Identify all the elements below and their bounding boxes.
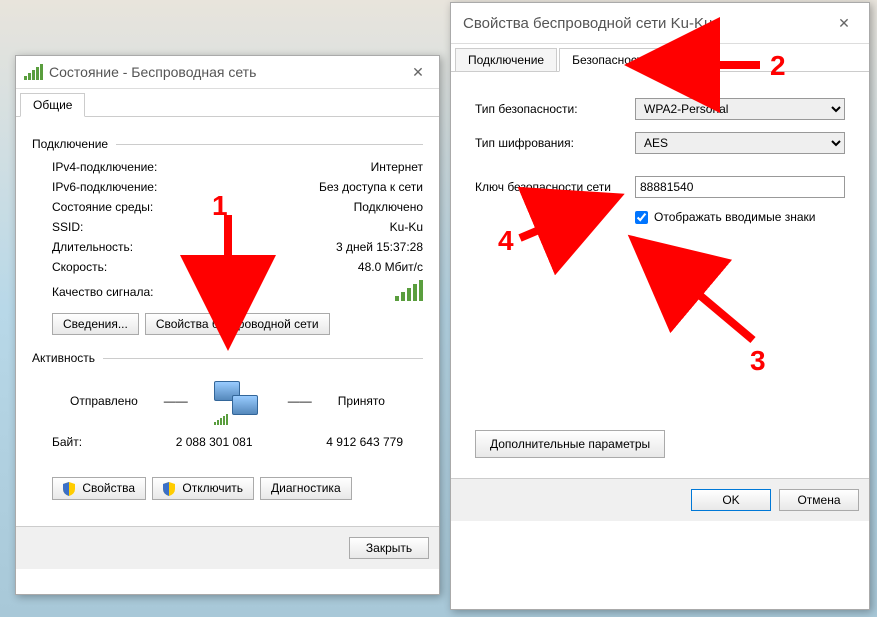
ok-button[interactable]: OK (691, 489, 771, 511)
security-type-select[interactable]: WPA2-Personal (635, 98, 845, 120)
shield-icon (163, 482, 175, 496)
bytes-sent-value: 2 088 301 081 (132, 435, 283, 449)
properties-window-title: Свойства беспроводной сети Ku-Ku (463, 15, 831, 32)
signal-quality-label: Качество сигнала: (52, 285, 395, 299)
status-window: Состояние - Беспроводная сеть ✕ Общие По… (15, 55, 440, 595)
details-button[interactable]: Сведения... (52, 313, 139, 335)
annotation-2: 2 (770, 50, 786, 82)
tab-security[interactable]: Безопасность (559, 48, 662, 72)
security-type-label: Тип безопасности: (475, 102, 635, 116)
signal-icon (24, 64, 43, 80)
close-icon[interactable]: ✕ (405, 62, 431, 82)
network-key-label: Ключ безопасности сети (475, 180, 635, 194)
media-state-value: Подключено (354, 200, 423, 214)
close-button[interactable]: Закрыть (349, 537, 429, 559)
ssid-value: Ku-Ku (390, 220, 423, 234)
connection-fieldset: Подключение IPv4-подключение:Интернет IP… (32, 137, 423, 341)
properties-bottom-bar: OK Отмена (451, 478, 869, 521)
connection-section-label: Подключение (32, 137, 108, 151)
status-titlebar: Состояние - Беспроводная сеть ✕ (16, 56, 439, 89)
show-characters-checkbox[interactable] (635, 211, 648, 224)
status-window-title: Состояние - Беспроводная сеть (49, 64, 405, 80)
media-state-label: Состояние среды: (52, 200, 354, 214)
properties-content: Тип безопасности: WPA2-Personal Тип шифр… (451, 72, 869, 478)
bytes-label: Байт: (52, 435, 132, 449)
properties-titlebar: Свойства беспроводной сети Ku-Ku ✕ (451, 3, 869, 44)
speed-label: Скорость: (52, 260, 358, 274)
disable-button[interactable]: Отключить (152, 477, 254, 500)
cancel-button[interactable]: Отмена (779, 489, 859, 511)
activity-fieldset: Активность Отправлено —— —— Принято Байт… (32, 351, 423, 506)
close-icon[interactable]: ✕ (831, 13, 857, 33)
encryption-type-label: Тип шифрования: (475, 136, 635, 150)
shield-icon (63, 482, 75, 496)
tab-general[interactable]: Общие (20, 93, 85, 117)
encryption-type-select[interactable]: AES (635, 132, 845, 154)
sent-label: Отправлено (70, 394, 138, 408)
diagnose-button[interactable]: Диагностика (260, 477, 352, 500)
network-activity-icon (214, 381, 262, 421)
properties-window: Свойства беспроводной сети Ku-Ku ✕ Подкл… (450, 2, 870, 610)
signal-bars-icon (395, 280, 423, 301)
activity-section-label: Активность (32, 351, 95, 365)
wireless-properties-button[interactable]: Свойства беспроводной сети (145, 313, 330, 335)
advanced-settings-button[interactable]: Дополнительные параметры (475, 430, 665, 458)
annotation-3: 3 (750, 345, 766, 377)
duration-label: Длительность: (52, 240, 336, 254)
bytes-received-value: 4 912 643 779 (283, 435, 404, 449)
duration-value: 3 дней 15:37:28 (336, 240, 423, 254)
ssid-label: SSID: (52, 220, 390, 234)
show-characters-label: Отображать вводимые знаки (654, 210, 815, 224)
ipv6-value: Без доступа к сети (319, 180, 423, 194)
annotation-4: 4 (498, 225, 514, 257)
ipv4-label: IPv4-подключение: (52, 160, 371, 174)
status-content: Подключение IPv4-подключение:Интернет IP… (16, 117, 439, 526)
received-label: Принято (338, 394, 385, 408)
properties-tabs: Подключение Безопасность (451, 44, 869, 72)
network-key-input[interactable] (635, 176, 845, 198)
properties-button[interactable]: Свойства (52, 477, 146, 500)
ipv4-value: Интернет (371, 160, 423, 174)
tab-connection[interactable]: Подключение (455, 48, 557, 71)
status-tabs: Общие (16, 89, 439, 117)
ipv6-label: IPv6-подключение: (52, 180, 319, 194)
annotation-1: 1 (212, 190, 228, 222)
speed-value: 48.0 Мбит/с (358, 260, 423, 274)
status-bottom-bar: Закрыть (16, 526, 439, 569)
